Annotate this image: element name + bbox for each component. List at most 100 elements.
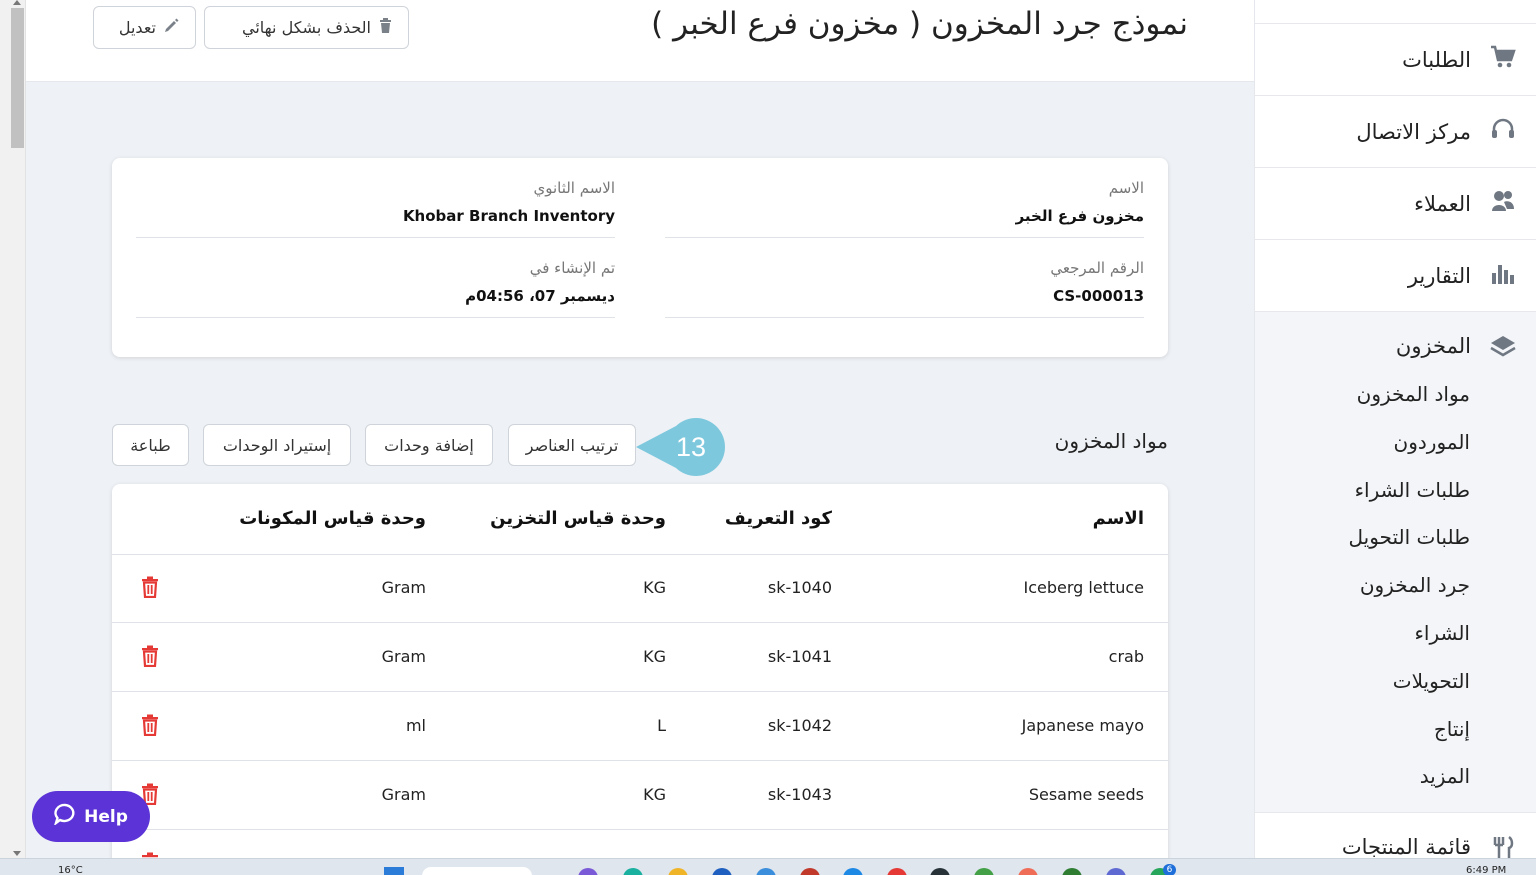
cell-name: Sesame seeds	[1028, 785, 1144, 804]
app-icon[interactable]	[756, 868, 776, 875]
scroll-down-arrow-icon[interactable]	[13, 851, 21, 856]
users-icon	[1489, 189, 1517, 218]
name-label: الاسم	[1108, 179, 1144, 197]
delete-row-trash-icon[interactable]	[141, 714, 159, 737]
sidebar-item-call-center[interactable]: مركز الاتصال	[1255, 96, 1536, 168]
cell-storage-unit: KG	[643, 647, 666, 666]
app-icon[interactable]	[800, 868, 820, 875]
inventory-items-title: مواد المخزون	[1054, 429, 1168, 453]
sidebar-subitem-transfer-orders[interactable]: طلبات التحويل	[1349, 525, 1471, 549]
notification-badge: 6	[1163, 864, 1176, 875]
secondary-name-field: الاسم الثانوي Khobar Branch Inventory	[136, 158, 615, 238]
sidebar-subitem-transfers[interactable]: التحويلات	[1393, 669, 1470, 693]
sidebar-item-label: العملاء	[1414, 191, 1471, 216]
cell-ingredient-unit: ml	[405, 716, 426, 735]
page-title: نموذج جرد المخزون ( مخزون فرع الخبر )	[651, 6, 1188, 42]
app-icon[interactable]	[1018, 868, 1038, 875]
app-icon[interactable]	[578, 868, 598, 875]
app-icon[interactable]	[623, 868, 643, 875]
sidebar-subitem-more[interactable]: المزيد	[1420, 764, 1470, 788]
edit-button[interactable]: تعديل	[93, 6, 196, 49]
sidebar-item-orders[interactable]: الطلبات	[1255, 24, 1536, 96]
help-label: Help	[84, 806, 128, 827]
sidebar-item-customers[interactable]: العملاء	[1255, 168, 1536, 240]
sidebar-item-label: التقارير	[1407, 263, 1471, 288]
cell-name: Iceberg lettuce	[1023, 578, 1144, 597]
page-header: نموذج جرد المخزون ( مخزون فرع الخبر ) ال…	[26, 0, 1254, 82]
column-header-ingredient-unit: وحدة قياس المكونات	[239, 508, 426, 529]
reference-number-field: الرقم المرجعي CS-000013	[665, 238, 1144, 318]
sidebar-subitem-production[interactable]: إنتاج	[1434, 717, 1470, 741]
inventory-items-table: الاسم كود التعريف وحدة قياس التخزين وحدة…	[112, 484, 1168, 875]
secondary-name-value: Khobar Branch Inventory	[402, 207, 615, 225]
created-at-value: ديسمبر 07، 04:56م	[465, 287, 615, 305]
column-header-sku: كود التعريف	[724, 508, 832, 529]
app-icon[interactable]	[887, 868, 907, 875]
sidebar-subitem-purchase-orders[interactable]: طلبات الشراء	[1355, 478, 1470, 502]
sidebar-subitem-suppliers[interactable]: الموردون	[1394, 430, 1470, 454]
reference-number-label: الرقم المرجعي	[1050, 259, 1144, 277]
reference-number-value: CS-000013	[1053, 287, 1144, 305]
delete-row-trash-icon[interactable]	[141, 576, 159, 599]
system-clock: 6:49 PM	[1466, 865, 1507, 875]
inventory-count-info-card: الاسم مخزون فرع الخبر الاسم الثانوي Khob…	[112, 158, 1168, 357]
column-header-storage-unit: وحدة قياس التخزين	[490, 508, 666, 529]
sidebar-item-label: قائمة المنتجات	[1341, 835, 1471, 859]
sidebar-subitem-inventory-count[interactable]: جرد المخزون	[1360, 573, 1470, 597]
app-icon[interactable]	[712, 868, 732, 875]
created-at-field: تم الإنشاء في ديسمبر 07، 04:56م	[136, 238, 615, 318]
folder-icon[interactable]	[668, 868, 688, 875]
sidebar-subitem-purchasing[interactable]: الشراء	[1415, 621, 1471, 645]
os-taskbar: 16°C 6 6:49 PM	[0, 858, 1536, 875]
cell-storage-unit: L	[657, 716, 666, 735]
table-row: Japanese mayo sk-1042 L ml	[112, 692, 1168, 761]
print-button[interactable]: طباعة	[112, 424, 189, 466]
table-row: crab sk-1041 KG Gram	[112, 623, 1168, 692]
chat-bubble-icon	[53, 803, 76, 830]
sidebar-item-label: الطلبات	[1402, 47, 1471, 72]
app-icon[interactable]	[930, 868, 950, 875]
sidebar-item-label: المخزون	[1395, 334, 1471, 358]
cell-name: Japanese mayo	[1021, 716, 1144, 735]
secondary-name-label: الاسم الثانوي	[533, 179, 615, 197]
cell-storage-unit: KG	[643, 785, 666, 804]
page-scrollbar[interactable]	[0, 0, 26, 858]
app-icon[interactable]	[1062, 868, 1082, 875]
delete-row-trash-icon[interactable]	[141, 645, 159, 668]
scroll-up-arrow-icon[interactable]	[13, 0, 21, 5]
cell-ingredient-unit: Gram	[381, 647, 426, 666]
edit-button-label: تعديل	[118, 18, 156, 37]
windows-start-icon[interactable]	[384, 867, 404, 875]
table-row: Sesame seeds sk-1043 KG Gram	[112, 761, 1168, 830]
cell-name: crab	[1108, 647, 1144, 666]
pencil-icon	[164, 18, 179, 37]
app-icon[interactable]	[974, 868, 994, 875]
weather-temperature: 16°C	[58, 865, 83, 875]
cart-icon	[1489, 45, 1517, 74]
trash-icon	[379, 18, 392, 37]
created-at-label: تم الإنشاء في	[529, 259, 615, 277]
step-number: 13	[676, 432, 706, 462]
sidebar-subitem-inventory-items[interactable]: مواد المخزون	[1357, 382, 1470, 406]
app-icon[interactable]	[1106, 868, 1126, 875]
layers-icon	[1489, 334, 1517, 363]
name-field: الاسم مخزون فرع الخبر	[665, 158, 1144, 238]
sidebar: الطلبات مركز الاتصال العملاء التقارير ال…	[1254, 0, 1536, 875]
cell-sku: sk-1041	[767, 647, 832, 666]
tutorial-step-badge: 13	[636, 418, 732, 476]
add-units-button[interactable]: إضافة وحدات	[365, 424, 493, 466]
name-value: مخزون فرع الخبر	[1015, 207, 1144, 225]
help-button[interactable]: Help	[32, 791, 150, 842]
app-icon[interactable]	[843, 868, 863, 875]
sort-items-button[interactable]: ترتيب العناصر	[508, 424, 636, 466]
delete-permanently-button[interactable]: الحذف بشكل نهائي	[204, 6, 409, 49]
cell-sku: sk-1042	[767, 716, 832, 735]
cell-storage-unit: KG	[643, 578, 666, 597]
import-units-button[interactable]: إستيراد الوحدات	[203, 424, 351, 466]
scrollbar-thumb[interactable]	[11, 8, 24, 148]
sidebar-item-reports[interactable]: التقارير	[1255, 240, 1536, 312]
delete-button-label: الحذف بشكل نهائي	[242, 18, 371, 37]
cell-sku: sk-1040	[767, 578, 832, 597]
search-box[interactable]	[422, 867, 532, 875]
cell-sku: sk-1043	[767, 785, 832, 804]
